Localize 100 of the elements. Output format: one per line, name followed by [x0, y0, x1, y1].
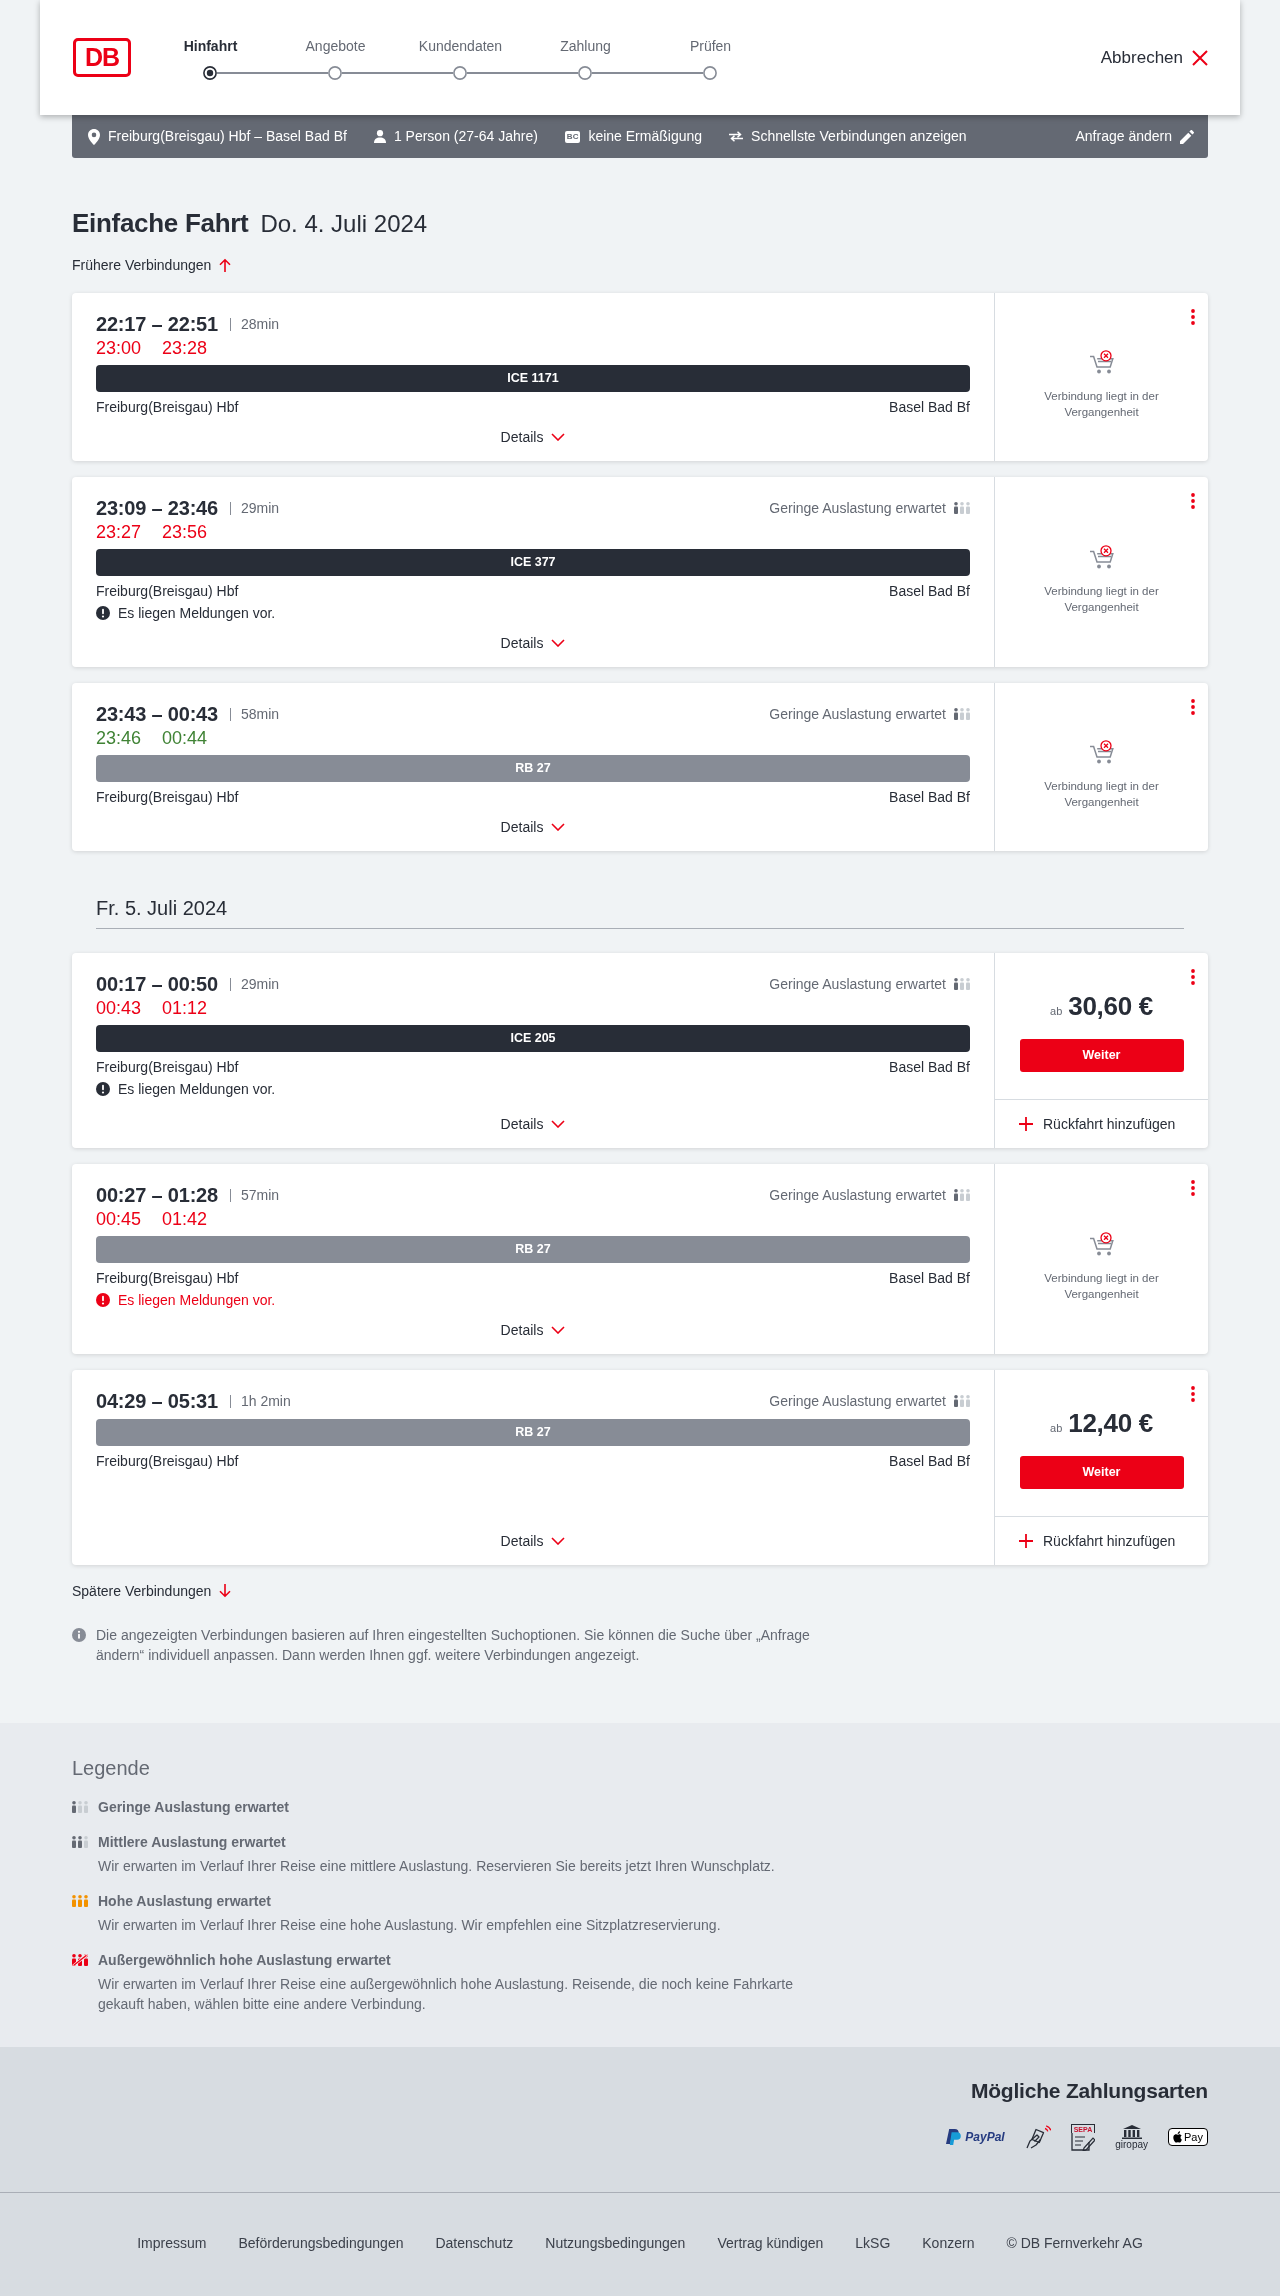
summary-text: keine Ermäßigung: [588, 127, 703, 146]
realtime-time: 23:56: [162, 521, 208, 543]
cart-unavailable-icon: [1088, 545, 1115, 569]
realtime-time: 23:46: [96, 727, 142, 749]
arrival-station: Basel Bad Bf: [889, 398, 970, 417]
departure-station: Freiburg(Breisgau) Hbf: [96, 1269, 239, 1288]
close-icon: [1192, 49, 1208, 66]
more-vertical-icon: [1191, 309, 1195, 325]
copyright-text: © DB Fernverkehr AG: [1006, 2234, 1143, 2253]
details-button[interactable]: Details: [500, 1320, 566, 1340]
arrival-station: Basel Bad Bf: [889, 1058, 970, 1077]
details-button[interactable]: Details: [500, 1114, 566, 1134]
legend-item-title: Hohe Auslastung erwartet: [98, 1892, 272, 1911]
info-icon: [72, 1628, 86, 1642]
chevron-down-icon: [551, 433, 566, 441]
footer-link[interactable]: Datenschutz: [435, 2233, 514, 2253]
realtime-time: 01:42: [162, 1208, 208, 1230]
footer-link[interactable]: Konzern: [922, 2233, 975, 2253]
train-line-bar: ICE 377: [96, 549, 970, 576]
add-return-button[interactable]: Rückfahrt hinzufügen: [995, 1517, 1208, 1565]
legend-item-text: Wir erwarten im Verlauf Ihrer Reise eine mittlere Auslastung. Reservieren Sie bereits jetzt Ihren Wunschplatz.: [98, 1857, 775, 1876]
more-vertical-icon: [1191, 969, 1195, 985]
trip-date: Do. 4. Juli 2024: [260, 209, 428, 239]
realtime-time: 23:27: [96, 521, 142, 543]
details-button[interactable]: Details: [500, 633, 566, 653]
realtime-time: 23:28: [162, 337, 208, 359]
time-range: 23:09 – 23:46: [96, 496, 218, 520]
details-button[interactable]: Details: [500, 1531, 566, 1551]
legend-item-title: Außergewöhnlich hohe Auslastung erwartet: [98, 1951, 392, 1970]
cancel-button[interactable]: Abbrechen: [1100, 44, 1208, 71]
duration: 29min: [240, 498, 280, 518]
legend-item-text: Wir erwarten im Verlauf Ihrer Reise eine außergewöhnlich hohe Auslastung. Reisende, die noch keine Fahrkarte gekauft haben, wählen bitte eine andere Verbindung.: [98, 1975, 794, 2014]
date-heading: Fr. 5. Juli 2024: [96, 894, 1184, 929]
arrow-down-icon: [219, 1584, 232, 1598]
past-connection-text: Verbindung liegt in der Vergangenheit: [1043, 1271, 1160, 1302]
price-prefix: ab: [1050, 1421, 1063, 1436]
later-connections-link[interactable]: Spätere Verbindungen: [72, 1581, 232, 1601]
occupancy-people-icon: [72, 1954, 88, 1966]
details-button[interactable]: Details: [500, 817, 566, 837]
more-options-button[interactable]: [1189, 697, 1197, 717]
occupancy-label: Geringe Auslastung erwartet: [769, 1185, 946, 1205]
realtime-time: 00:44: [162, 727, 208, 749]
arrival-station: Basel Bad Bf: [889, 582, 970, 601]
footer-link[interactable]: Beförderungsbedingungen: [238, 2233, 404, 2253]
time-range: 00:27 – 01:28: [96, 1183, 218, 1207]
realtime-time: 23:00: [96, 337, 142, 359]
footer-link[interactable]: Impressum: [137, 2233, 207, 2253]
time-range: 04:29 – 05:31: [96, 1389, 218, 1413]
step-label: Angebote: [304, 36, 367, 56]
more-options-button[interactable]: [1189, 1178, 1197, 1198]
brand-logo[interactable]: DB: [73, 38, 131, 77]
message-text: Es liegen Meldungen vor.: [118, 604, 276, 623]
more-options-button[interactable]: [1189, 967, 1197, 987]
train-line-bar: RB 27: [96, 755, 970, 782]
occupancy-people-icon: [954, 1189, 970, 1201]
step-label: Zahlung: [559, 36, 612, 56]
continue-button[interactable]: Weiter: [1019, 1039, 1184, 1072]
train-line-bar: ICE 1171: [96, 365, 970, 392]
document-pen-icon: [1070, 2132, 1095, 2151]
pencil-icon: [1180, 129, 1194, 144]
duration: 29min: [240, 974, 280, 994]
payment-wordmark: Pay: [1184, 2130, 1203, 2144]
past-connection-text: Verbindung liegt in der Vergangenheit: [1043, 779, 1160, 810]
more-options-button[interactable]: [1189, 1384, 1197, 1404]
details-button[interactable]: Details: [500, 427, 566, 447]
train-line-bar: ICE 205: [96, 1025, 970, 1052]
trip-type-title: Einfache Fahrt: [72, 207, 249, 239]
occupancy-people-icon: [72, 1836, 88, 1848]
more-options-button[interactable]: [1189, 491, 1197, 511]
more-options-button[interactable]: [1189, 307, 1197, 327]
duration: 1h 2min: [240, 1391, 291, 1411]
chevron-down-icon: [551, 1120, 566, 1128]
more-vertical-icon: [1191, 1180, 1195, 1196]
price: 12,40 €: [1068, 1408, 1153, 1438]
location-pin-icon: [88, 128, 100, 145]
departure-station: Freiburg(Breisgau) Hbf: [96, 1058, 239, 1077]
realtime-time: 00:43: [96, 997, 142, 1019]
time-range: 23:43 – 00:43: [96, 702, 218, 726]
legend-item-text: Wir erwarten im Verlauf Ihrer Reise eine hohe Auslastung. Wir empfehlen eine Sitzplatzreservierung.: [98, 1916, 721, 1935]
occupancy-label: Geringe Auslastung erwartet: [769, 1391, 946, 1411]
departure-station: Freiburg(Breisgau) Hbf: [96, 398, 239, 417]
footer-link[interactable]: LkSG: [855, 2233, 891, 2253]
occupancy-people-icon: [72, 1895, 88, 1907]
earlier-connections-link[interactable]: Frühere Verbindungen: [72, 255, 232, 275]
footer-link[interactable]: Vertrag kündigen: [717, 2233, 824, 2253]
step-label: Hinfahrt: [182, 36, 239, 56]
duration: 58min: [240, 704, 280, 724]
plus-icon: [1019, 1534, 1033, 1548]
realtime-time: 00:45: [96, 1208, 142, 1230]
occupancy-people-icon: [954, 502, 970, 514]
chevron-down-icon: [551, 823, 566, 831]
footer-link[interactable]: Nutzungsbedingungen: [545, 2233, 686, 2253]
payment-heading: Mögliche Zahlungsarten: [969, 2078, 1208, 2104]
more-vertical-icon: [1191, 699, 1195, 715]
continue-button[interactable]: Weiter: [1019, 1456, 1184, 1489]
edit-request-button[interactable]: Anfrage ändern: [1075, 126, 1194, 147]
legend-item-title: Geringe Auslastung erwartet: [98, 1798, 289, 1817]
add-return-button[interactable]: Rückfahrt hinzufügen: [995, 1100, 1208, 1148]
summary-text: 1 Person (27-64 Jahre): [393, 127, 538, 146]
discount-card-badge: BC: [564, 130, 581, 143]
